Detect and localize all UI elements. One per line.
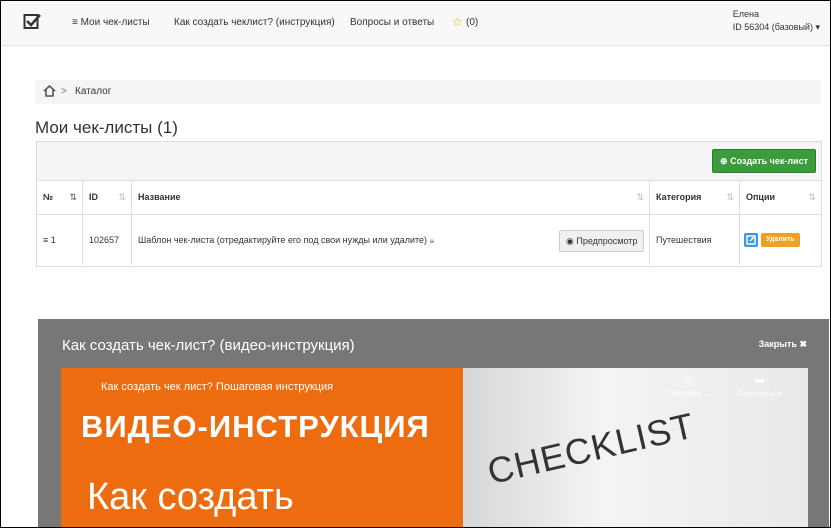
lock-icon: 🔒︎ [429, 235, 435, 245]
favorites-count[interactable]: (0) [466, 17, 478, 28]
video-player[interactable]: Как создать чек лист? Пошаговая инструкц… [61, 368, 808, 527]
breadcrumb-catalog[interactable]: Каталог [75, 86, 111, 97]
sort-icon: ⇅ [636, 192, 644, 202]
col-category-header[interactable]: Категория ⇅ [650, 180, 740, 214]
sort-icon: ⇅ [69, 192, 77, 202]
nav-faq[interactable]: Вопросы и ответы [350, 17, 434, 28]
breadcrumb-separator-icon: > [61, 86, 67, 97]
caret-down-icon: ▾ [815, 22, 820, 32]
col-num-header[interactable]: № ⇅ [37, 180, 83, 214]
video-headline: ВИДЕО-ИНСТРУКЦИЯ [81, 409, 430, 444]
plus-circle-icon: ⊕ [720, 156, 728, 166]
breadcrumb: > Каталог [35, 80, 821, 104]
drag-handle-icon[interactable]: ≡ [43, 235, 48, 245]
top-navbar: ≡ Мои чек-листы Как создать чеклист? (ин… [1, 1, 830, 46]
edit-button[interactable] [744, 233, 758, 247]
nav-howto[interactable]: Как создать чеклист? (инструкция) [174, 17, 335, 28]
panel-header: ⊕ Создать чек-лист [37, 142, 821, 181]
row-num-cell: ≡ 1 [37, 215, 83, 265]
clock-icon: ◷ [682, 373, 694, 388]
sort-icon: ⇅ [118, 192, 126, 202]
share-button[interactable]: ➦ Поделиться [730, 373, 790, 398]
share-arrow-icon: ➦ [754, 373, 766, 388]
star-icon[interactable]: ☆ [452, 15, 463, 29]
video-caption: Как создать чек лист? Пошаговая инструкц… [101, 381, 334, 393]
video-modal: Как создать чек-лист? (видео-инструкция)… [38, 319, 829, 527]
home-icon[interactable] [43, 85, 56, 97]
watch-later-button[interactable]: ◷ Смотреть ... [658, 373, 718, 398]
table-row: ≡ 1 102657 Шаблон чек-листа (отредактиру… [37, 214, 821, 265]
sort-icon: ⇅ [808, 192, 816, 202]
modal-close-button[interactable]: Закрыть ✖ [759, 339, 807, 350]
nav-my-checklists[interactable]: ≡ Мои чек-листы [72, 17, 150, 28]
close-icon: ✖ [799, 339, 807, 349]
edit-icon [746, 235, 756, 245]
create-checklist-button[interactable]: ⊕ Создать чек-лист [712, 149, 816, 173]
row-category-cell: Путешествия [650, 215, 740, 265]
user-menu[interactable]: Елена ID 56304 (базовый) ▾ [733, 8, 820, 34]
col-name-header[interactable]: Название ⇅ [132, 180, 650, 214]
col-id-header[interactable]: ID ⇅ [83, 180, 132, 214]
preview-button[interactable]: ◉ Предпросмотр [559, 230, 645, 252]
row-id-cell: 102657 [83, 215, 132, 265]
sort-icon: ⇅ [726, 192, 734, 202]
page-frame: ≡ Мои чек-листы Как создать чеклист? (ин… [0, 0, 831, 528]
video-subline: Как создать [87, 476, 294, 518]
delete-button[interactable]: Удалить [761, 233, 800, 247]
checkbox-logo-icon[interactable] [23, 13, 41, 31]
col-options-header[interactable]: Опции ⇅ [740, 180, 821, 214]
user-id: ID 56304 (базовый) [732, 22, 813, 32]
user-name: Елена [732, 9, 760, 19]
modal-title: Как создать чек-лист? (видео-инструкция) [62, 337, 355, 354]
page-title: Мои чек-листы (1) [35, 118, 178, 137]
eye-icon: ◉ [566, 236, 574, 246]
checklist-panel: ⊕ Создать чек-лист № ⇅ ID ⇅ Название ⇅ Кате… [36, 141, 822, 267]
